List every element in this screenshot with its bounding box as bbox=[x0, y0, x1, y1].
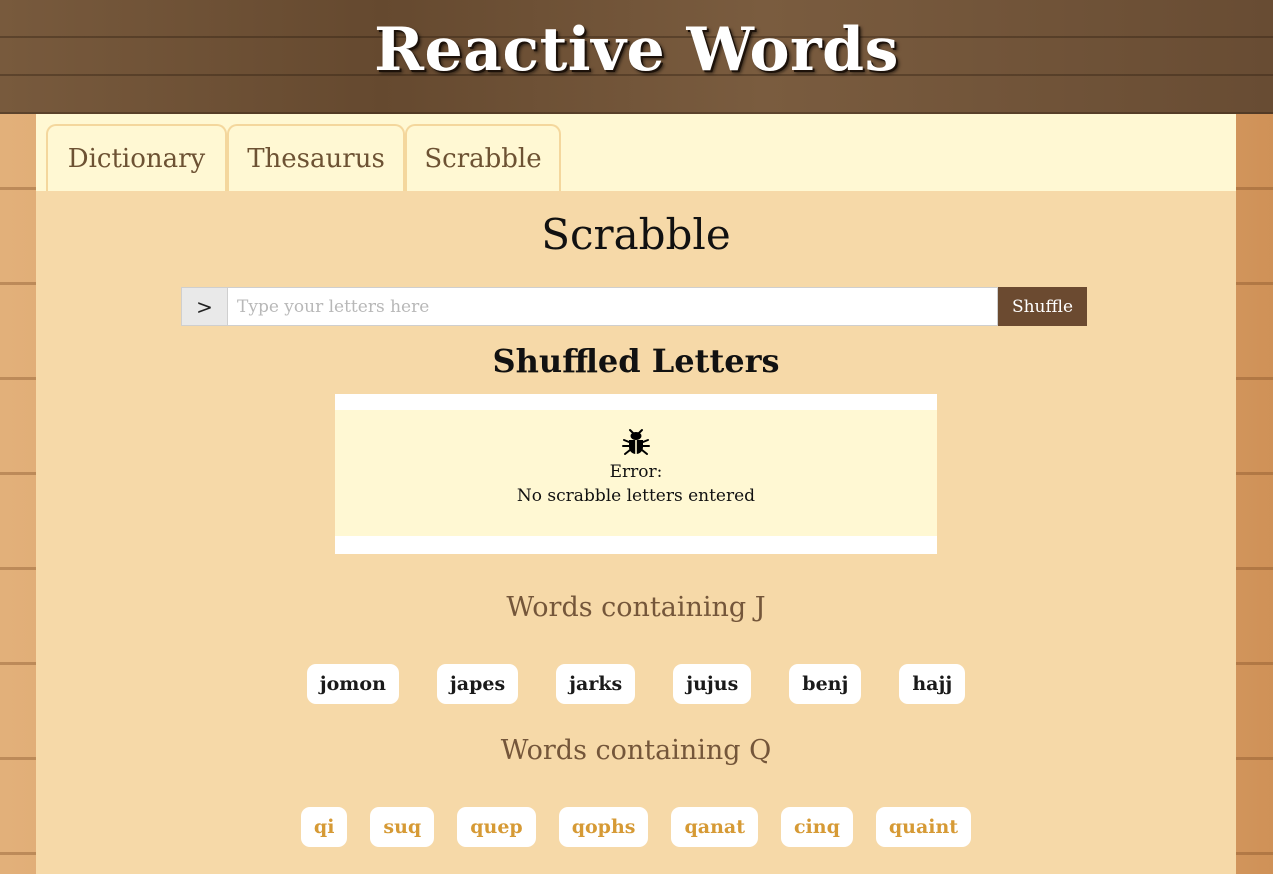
word-chip[interactable]: suq bbox=[370, 807, 435, 847]
site-header: Reactive Words bbox=[0, 0, 1273, 114]
word-chip[interactable]: jarks bbox=[556, 664, 636, 704]
prompt-chevron-icon: > bbox=[181, 287, 228, 326]
tab-thesaurus[interactable]: Thesaurus bbox=[227, 124, 405, 191]
tab-bar: Dictionary Thesaurus Scrabble bbox=[36, 114, 1236, 191]
word-chip[interactable]: qi bbox=[300, 807, 348, 847]
shuffle-button[interactable]: Shuffle bbox=[998, 287, 1087, 326]
words-containing-j-title: Words containing J bbox=[506, 592, 766, 623]
error-box: Error: No scrabble letters entered bbox=[335, 394, 937, 554]
word-chip[interactable]: jomon bbox=[306, 664, 399, 704]
word-chip[interactable]: jujus bbox=[673, 664, 752, 704]
q-words-list: qi suq quep qophs qanat cinq quaint bbox=[36, 807, 1236, 847]
tab-dictionary[interactable]: Dictionary bbox=[46, 124, 227, 191]
word-chip[interactable]: hajj bbox=[899, 664, 966, 704]
letters-input[interactable] bbox=[228, 287, 998, 326]
shuffled-letters-title: Shuffled Letters bbox=[492, 342, 780, 380]
j-words-list: jomon japes jarks jujus benj hajj bbox=[36, 664, 1236, 704]
site-title: Reactive Words bbox=[374, 15, 899, 85]
error-message-panel: Error: No scrabble letters entered bbox=[335, 410, 937, 536]
word-chip[interactable]: quep bbox=[457, 807, 536, 847]
page-title: Scrabble bbox=[541, 210, 731, 259]
word-chip[interactable]: qophs bbox=[558, 807, 649, 847]
word-chip[interactable]: cinq bbox=[780, 807, 853, 847]
word-chip[interactable]: quaint bbox=[875, 807, 972, 847]
word-chip[interactable]: qanat bbox=[671, 807, 758, 847]
main-panel: Dictionary Thesaurus Scrabble Scrabble >… bbox=[36, 114, 1236, 874]
words-containing-q-title: Words containing Q bbox=[500, 735, 772, 766]
word-chip[interactable]: benj bbox=[789, 664, 862, 704]
error-message: No scrabble letters entered bbox=[516, 486, 756, 506]
letters-search-bar: > Shuffle bbox=[181, 287, 1087, 326]
error-label: Error: bbox=[609, 462, 663, 482]
tab-scrabble[interactable]: Scrabble bbox=[405, 124, 561, 191]
word-chip[interactable]: japes bbox=[436, 664, 519, 704]
bug-icon bbox=[622, 429, 650, 455]
